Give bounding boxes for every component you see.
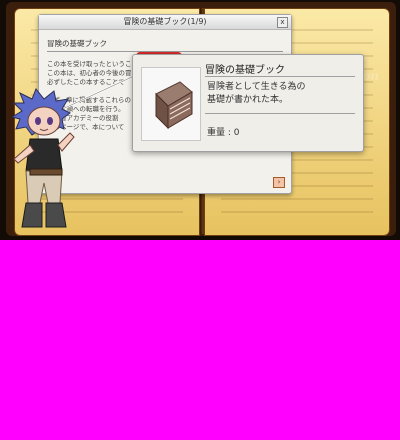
tooltip-title: 冒険の基礎ブック xyxy=(205,65,285,76)
character-boot-left xyxy=(21,202,43,228)
tooltip-divider-2 xyxy=(205,113,355,114)
close-button[interactable]: x xyxy=(277,17,288,28)
book-icon xyxy=(155,81,193,130)
character-eye-right xyxy=(47,117,53,125)
page-next-icon: › xyxy=(277,178,281,186)
game-scene: Collection 冒険の基礎ブック(1/9) x 冒険の基礎ブック この本を… xyxy=(0,0,400,240)
stage: Collection 冒険の基礎ブック(1/9) x 冒険の基礎ブック この本を… xyxy=(0,0,400,440)
tooltip-item-image xyxy=(141,67,201,141)
item-tooltip: 冒険の基礎ブック 冒険者として生きる為の 基礎が書かれた本。 重量 : 0 xyxy=(132,54,364,152)
character-eye-left xyxy=(35,117,41,125)
guide-character xyxy=(10,88,75,228)
book-heading: 冒険の基礎ブック xyxy=(47,39,107,48)
tooltip-weight: 重量 : 0 xyxy=(207,128,240,138)
character-arm-right xyxy=(57,132,75,152)
weight-label: 重量 xyxy=(207,128,226,138)
character-boot-right xyxy=(45,202,67,228)
character-vest xyxy=(25,138,63,172)
page-next-button[interactable]: › xyxy=(273,177,285,188)
character-pants xyxy=(25,170,63,204)
tooltip-divider xyxy=(205,76,355,77)
character-belt xyxy=(29,168,63,176)
weight-value: 0 xyxy=(233,128,240,138)
window-title: 冒険の基礎ブック(1/9) xyxy=(123,17,207,26)
tooltip-description: 冒険者として生きる為の 基礎が書かれた本。 xyxy=(207,82,306,105)
window-titlebar[interactable]: 冒険の基礎ブック(1/9) x xyxy=(39,15,291,30)
